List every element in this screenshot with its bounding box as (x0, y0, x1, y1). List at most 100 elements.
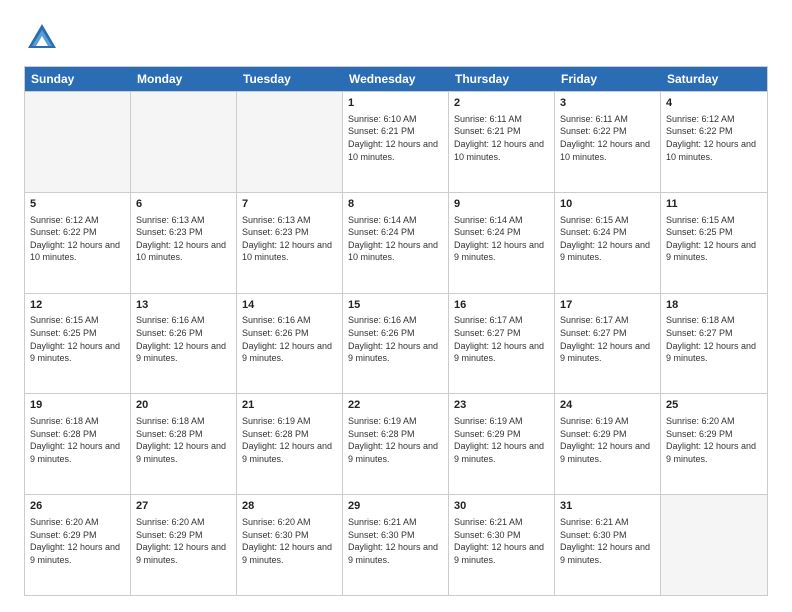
calendar-cell: 8 Sunrise: 6:14 AM Sunset: 6:24 PM Daylig… (343, 193, 449, 293)
day-number: 19 (30, 398, 125, 413)
day-number: 24 (560, 398, 655, 413)
calendar-header: SundayMondayTuesdayWednesdayThursdayFrid… (25, 67, 767, 91)
day-number: 31 (560, 499, 655, 514)
calendar-cell: 11 Sunrise: 6:15 AM Sunset: 6:25 PM Dayli… (661, 193, 767, 293)
calendar-cell: 24Sunrise: 6:19 AM Sunset: 6:29 PM Dayli… (555, 394, 661, 494)
day-number: 12 (30, 298, 125, 313)
cell-sun-info: Sunrise: 6:15 AM Sunset: 6:25 PM Dayligh… (30, 314, 125, 364)
day-number: 6 (136, 197, 231, 212)
calendar-cell: 30 Sunrise: 6:21 AM Sunset: 6:30 PM Dayli… (449, 495, 555, 595)
calendar-cell: 18Sunrise: 6:18 AM Sunset: 6:27 PM Dayli… (661, 294, 767, 394)
cell-sun-info: Sunrise: 6:16 AM Sunset: 6:26 PM Dayligh… (242, 314, 337, 364)
calendar-cell: 14Sunrise: 6:16 AM Sunset: 6:26 PM Dayli… (237, 294, 343, 394)
day-number: 25 (666, 398, 762, 413)
calendar-row: 5Sunrise: 6:12 AM Sunset: 6:22 PM Daylig… (25, 192, 767, 293)
calendar-cell: 2Sunrise: 6:11 AM Sunset: 6:21 PM Daylig… (449, 92, 555, 192)
cell-sun-info: Sunrise: 6:15 AM Sunset: 6:25 PM Dayligh… (666, 214, 762, 264)
cell-sun-info: Sunrise: 6:13 AM Sunset: 6:23 PM Dayligh… (136, 214, 231, 264)
day-number: 8 (348, 197, 443, 212)
cell-sun-info: Sunrise: 6:12 AM Sunset: 6:22 PM Dayligh… (666, 113, 762, 163)
calendar-cell: 23 Sunrise: 6:19 AM Sunset: 6:29 PM Dayli… (449, 394, 555, 494)
calendar-cell: 19 Sunrise: 6:18 AM Sunset: 6:28 PM Dayli… (25, 394, 131, 494)
calendar-cell: 6 Sunrise: 6:13 AM Sunset: 6:23 PM Daylig… (131, 193, 237, 293)
calendar-cell: 25 Sunrise: 6:20 AM Sunset: 6:29 PM Dayli… (661, 394, 767, 494)
cal-header-day: Saturday (661, 67, 767, 91)
calendar-cell: 13Sunrise: 6:16 AM Sunset: 6:26 PM Dayli… (131, 294, 237, 394)
calendar-cell: 27 Sunrise: 6:20 AM Sunset: 6:29 PM Dayli… (131, 495, 237, 595)
calendar-row: 1 Sunrise: 6:10 AM Sunset: 6:21 PM Daylig… (25, 91, 767, 192)
day-number: 2 (454, 96, 549, 111)
cell-sun-info: Sunrise: 6:19 AM Sunset: 6:28 PM Dayligh… (242, 415, 337, 465)
day-number: 30 (454, 499, 549, 514)
calendar-cell: 20 Sunrise: 6:18 AM Sunset: 6:28 PM Dayli… (131, 394, 237, 494)
cell-sun-info: Sunrise: 6:19 AM Sunset: 6:29 PM Dayligh… (454, 415, 549, 465)
cell-sun-info: Sunrise: 6:20 AM Sunset: 6:29 PM Dayligh… (136, 516, 231, 566)
day-number: 17 (560, 298, 655, 313)
day-number: 23 (454, 398, 549, 413)
cell-sun-info: Sunrise: 6:18 AM Sunset: 6:27 PM Dayligh… (666, 314, 762, 364)
calendar-cell: 26 Sunrise: 6:20 AM Sunset: 6:29 PM Dayli… (25, 495, 131, 595)
calendar-cell: 10 Sunrise: 6:15 AM Sunset: 6:24 PM Dayli… (555, 193, 661, 293)
calendar-cell: 5Sunrise: 6:12 AM Sunset: 6:22 PM Daylig… (25, 193, 131, 293)
calendar-body: 1 Sunrise: 6:10 AM Sunset: 6:21 PM Daylig… (25, 91, 767, 595)
cal-header-day: Monday (131, 67, 237, 91)
calendar-cell: 16Sunrise: 6:17 AM Sunset: 6:27 PM Dayli… (449, 294, 555, 394)
day-number: 21 (242, 398, 337, 413)
day-number: 11 (666, 197, 762, 212)
cell-sun-info: Sunrise: 6:20 AM Sunset: 6:29 PM Dayligh… (666, 415, 762, 465)
page: SundayMondayTuesdayWednesdayThursdayFrid… (0, 0, 792, 612)
cell-sun-info: Sunrise: 6:15 AM Sunset: 6:24 PM Dayligh… (560, 214, 655, 264)
cell-sun-info: Sunrise: 6:10 AM Sunset: 6:21 PM Dayligh… (348, 113, 443, 163)
cell-sun-info: Sunrise: 6:21 AM Sunset: 6:30 PM Dayligh… (560, 516, 655, 566)
day-number: 27 (136, 499, 231, 514)
cal-header-day: Thursday (449, 67, 555, 91)
day-number: 4 (666, 96, 762, 111)
calendar-cell: 22Sunrise: 6:19 AM Sunset: 6:28 PM Dayli… (343, 394, 449, 494)
cal-header-day: Tuesday (237, 67, 343, 91)
cell-sun-info: Sunrise: 6:18 AM Sunset: 6:28 PM Dayligh… (30, 415, 125, 465)
calendar-cell: 31 Sunrise: 6:21 AM Sunset: 6:30 PM Dayli… (555, 495, 661, 595)
day-number: 3 (560, 96, 655, 111)
calendar-row: 26 Sunrise: 6:20 AM Sunset: 6:29 PM Dayli… (25, 494, 767, 595)
day-number: 15 (348, 298, 443, 313)
day-number: 9 (454, 197, 549, 212)
cal-header-day: Wednesday (343, 67, 449, 91)
day-number: 18 (666, 298, 762, 313)
logo (24, 20, 66, 56)
calendar-cell (237, 92, 343, 192)
header (24, 20, 768, 56)
day-number: 1 (348, 96, 443, 111)
cell-sun-info: Sunrise: 6:21 AM Sunset: 6:30 PM Dayligh… (454, 516, 549, 566)
cal-header-day: Friday (555, 67, 661, 91)
calendar-cell: 15Sunrise: 6:16 AM Sunset: 6:26 PM Dayli… (343, 294, 449, 394)
calendar-cell: 4 Sunrise: 6:12 AM Sunset: 6:22 PM Daylig… (661, 92, 767, 192)
day-number: 14 (242, 298, 337, 313)
calendar: SundayMondayTuesdayWednesdayThursdayFrid… (24, 66, 768, 596)
cell-sun-info: Sunrise: 6:20 AM Sunset: 6:30 PM Dayligh… (242, 516, 337, 566)
calendar-cell: 9 Sunrise: 6:14 AM Sunset: 6:24 PM Daylig… (449, 193, 555, 293)
cell-sun-info: Sunrise: 6:17 AM Sunset: 6:27 PM Dayligh… (560, 314, 655, 364)
calendar-cell: 21 Sunrise: 6:19 AM Sunset: 6:28 PM Dayli… (237, 394, 343, 494)
calendar-row: 12Sunrise: 6:15 AM Sunset: 6:25 PM Dayli… (25, 293, 767, 394)
cell-sun-info: Sunrise: 6:16 AM Sunset: 6:26 PM Dayligh… (136, 314, 231, 364)
cell-sun-info: Sunrise: 6:14 AM Sunset: 6:24 PM Dayligh… (454, 214, 549, 264)
day-number: 28 (242, 499, 337, 514)
calendar-cell (25, 92, 131, 192)
day-number: 13 (136, 298, 231, 313)
day-number: 16 (454, 298, 549, 313)
calendar-cell (131, 92, 237, 192)
calendar-cell (661, 495, 767, 595)
cell-sun-info: Sunrise: 6:18 AM Sunset: 6:28 PM Dayligh… (136, 415, 231, 465)
calendar-row: 19 Sunrise: 6:18 AM Sunset: 6:28 PM Dayli… (25, 393, 767, 494)
cell-sun-info: Sunrise: 6:20 AM Sunset: 6:29 PM Dayligh… (30, 516, 125, 566)
day-number: 7 (242, 197, 337, 212)
day-number: 20 (136, 398, 231, 413)
day-number: 10 (560, 197, 655, 212)
cell-sun-info: Sunrise: 6:17 AM Sunset: 6:27 PM Dayligh… (454, 314, 549, 364)
cell-sun-info: Sunrise: 6:16 AM Sunset: 6:26 PM Dayligh… (348, 314, 443, 364)
calendar-cell: 29Sunrise: 6:21 AM Sunset: 6:30 PM Dayli… (343, 495, 449, 595)
cal-header-day: Sunday (25, 67, 131, 91)
day-number: 26 (30, 499, 125, 514)
calendar-cell: 12Sunrise: 6:15 AM Sunset: 6:25 PM Dayli… (25, 294, 131, 394)
cell-sun-info: Sunrise: 6:14 AM Sunset: 6:24 PM Dayligh… (348, 214, 443, 264)
